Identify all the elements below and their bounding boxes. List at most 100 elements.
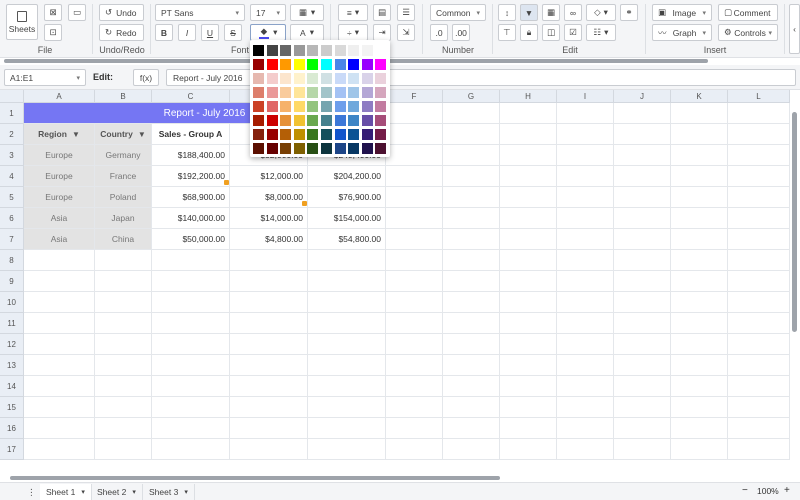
grid-cell[interactable] [614, 418, 671, 439]
grid-cell[interactable] [443, 355, 500, 376]
grid-cell[interactable] [557, 145, 614, 166]
grid-cell[interactable] [728, 334, 790, 355]
scrollbar-thumb[interactable] [10, 476, 500, 480]
grid-cell[interactable] [614, 292, 671, 313]
indent-button[interactable]: ☰ [397, 4, 415, 21]
color-swatch[interactable] [266, 59, 278, 70]
grid-cell[interactable] [500, 271, 557, 292]
grid-cell[interactable] [24, 292, 95, 313]
grid-cell[interactable] [500, 292, 557, 313]
color-swatch[interactable] [280, 129, 292, 140]
redo-button[interactable]: ↻ Redo [99, 24, 144, 41]
grid-cell[interactable] [728, 229, 790, 250]
grid-cell[interactable] [614, 124, 671, 145]
grid-cell[interactable] [500, 418, 557, 439]
data-cell[interactable]: $50,000.00 [152, 229, 230, 250]
cell-reference-select[interactable]: A1:E1 ▾ [4, 69, 86, 86]
data-cell[interactable]: Europe [24, 187, 95, 208]
color-swatch[interactable] [375, 115, 387, 126]
color-swatch[interactable] [266, 143, 278, 154]
grid-cell[interactable] [24, 397, 95, 418]
column-header[interactable]: I [557, 90, 614, 103]
grid-cell[interactable] [614, 229, 671, 250]
grid-cell[interactable] [230, 355, 308, 376]
color-swatch[interactable] [361, 115, 373, 126]
data-cell[interactable]: Europe [24, 145, 95, 166]
grid-cell[interactable] [230, 250, 308, 271]
zoom-out-button[interactable]: − [742, 485, 748, 496]
color-swatch[interactable] [348, 45, 360, 56]
grid-cell[interactable] [500, 103, 557, 124]
grid-cell[interactable] [95, 250, 152, 271]
color-swatch[interactable] [321, 87, 332, 98]
row-header[interactable]: 8 [0, 250, 24, 271]
sort-button[interactable]: ↕ [498, 4, 516, 21]
data-cell[interactable]: Asia [24, 229, 95, 250]
grid-cell[interactable] [557, 208, 614, 229]
grid-cell[interactable] [728, 103, 790, 124]
row-header[interactable]: 14 [0, 376, 24, 397]
color-swatch[interactable] [293, 143, 305, 154]
grid-cell[interactable] [500, 124, 557, 145]
color-swatch[interactable] [307, 59, 319, 70]
grid-cell[interactable] [95, 355, 152, 376]
grid-cell[interactable] [500, 145, 557, 166]
data-cell[interactable]: $154,000.00 [308, 208, 386, 229]
italic-button[interactable]: I [178, 24, 196, 41]
grid-cell[interactable] [557, 187, 614, 208]
grid-cell[interactable] [386, 418, 443, 439]
data-cell[interactable]: $192,200.00 [152, 166, 230, 187]
color-swatch[interactable] [375, 101, 387, 112]
link-button[interactable]: ∞ [564, 4, 582, 21]
tab-sheet-3[interactable]: Sheet 3 ▾ [143, 484, 195, 500]
bold-button[interactable]: B [155, 24, 173, 41]
graph-button[interactable]: 〰 Graph ▾ [652, 24, 712, 41]
wrap-button[interactable]: ⇥ [373, 24, 391, 41]
column-header[interactable]: A [24, 90, 95, 103]
font-size-select[interactable]: 17 ▾ [250, 4, 286, 21]
grid-cell[interactable] [500, 166, 557, 187]
color-swatch[interactable] [266, 129, 278, 140]
grid-cell[interactable] [443, 271, 500, 292]
grid-cell[interactable] [24, 250, 95, 271]
grid-cell[interactable] [500, 397, 557, 418]
color-swatch[interactable] [307, 101, 319, 112]
data-cell[interactable]: Europe [24, 166, 95, 187]
filter-button[interactable]: ▼ [520, 4, 538, 21]
grid-cell[interactable] [24, 355, 95, 376]
column-header[interactable]: H [500, 90, 557, 103]
data-cell[interactable]: $76,900.00 [308, 187, 386, 208]
color-swatch[interactable] [266, 45, 278, 56]
grid-cell[interactable] [557, 355, 614, 376]
color-swatch[interactable] [293, 45, 305, 56]
grid-cell[interactable] [614, 145, 671, 166]
color-swatch[interactable] [361, 101, 373, 112]
grid-cell[interactable] [557, 166, 614, 187]
grid-cell[interactable] [671, 292, 728, 313]
color-swatch[interactable] [293, 59, 305, 70]
grid-cell[interactable] [24, 439, 95, 460]
grid-cell[interactable] [500, 229, 557, 250]
grid-cell[interactable] [671, 418, 728, 439]
color-swatch[interactable] [293, 73, 305, 84]
row-header[interactable]: 2 [0, 124, 24, 145]
column-header[interactable]: F [386, 90, 443, 103]
grid-cell[interactable] [500, 334, 557, 355]
grid-cell[interactable] [728, 397, 790, 418]
data-cell[interactable]: China [95, 229, 152, 250]
grid-cell[interactable] [671, 187, 728, 208]
grid-cell[interactable] [230, 292, 308, 313]
decrease-decimal-button[interactable]: .0 [430, 24, 448, 41]
grid-cell[interactable] [443, 292, 500, 313]
row-header[interactable]: 9 [0, 271, 24, 292]
data-cell[interactable]: $4,800.00 [230, 229, 308, 250]
grid-cell[interactable] [557, 418, 614, 439]
grid-cell[interactable] [230, 418, 308, 439]
grid-cell[interactable] [386, 271, 443, 292]
grid-cell[interactable] [500, 208, 557, 229]
row-header[interactable]: 5 [0, 187, 24, 208]
color-swatch[interactable] [348, 129, 360, 140]
color-swatch[interactable] [253, 101, 264, 112]
grid-cell[interactable] [443, 145, 500, 166]
grid-cell[interactable] [230, 397, 308, 418]
